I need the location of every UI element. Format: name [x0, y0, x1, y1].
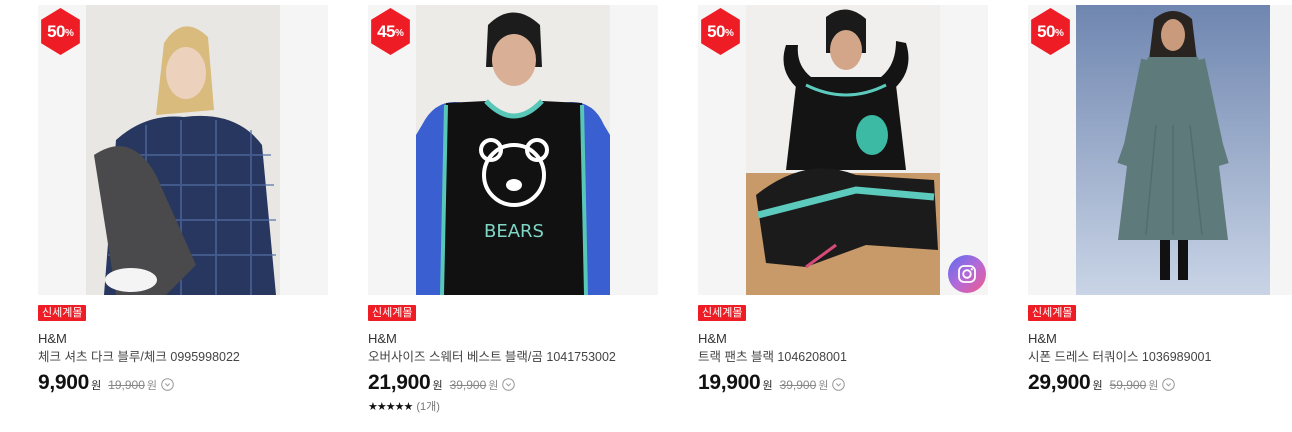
store-tag: 신세계몰 [38, 305, 87, 321]
product-card[interactable]: 50% 신세계몰 H&M 체크 셔츠 다크 블루/체크 0995998022 9… [38, 5, 328, 395]
product-photo [1076, 5, 1270, 295]
product-card[interactable]: BEARS 45% 신세계몰 H&M 오버사이즈 스웨터 베스트 블랙/곰 10… [368, 5, 658, 414]
price-row: 19,900 원 39,900 원 [698, 371, 988, 395]
sale-price: 9,900 [38, 371, 90, 394]
original-price-unit: 원 [488, 380, 499, 392]
product-name[interactable]: 체크 셔츠 다크 블루/체크 0995998022 [38, 349, 328, 365]
store-tag: 신세계몰 [698, 305, 747, 321]
star-icon: ★★★★★ [368, 400, 413, 413]
original-price-unit: 원 [818, 380, 829, 392]
product-brand[interactable]: H&M [368, 331, 658, 347]
discount-badge: 50% [41, 8, 80, 55]
product-photo [746, 5, 940, 295]
price-unit: 원 [762, 380, 773, 392]
discount-badge: 50% [701, 8, 740, 55]
review-count: (1개) [416, 401, 440, 413]
store-tag: 신세계몰 [368, 305, 417, 321]
price-unit: 원 [91, 380, 102, 392]
product-name[interactable]: 트랙 팬츠 블랙 1046208001 [698, 349, 988, 365]
discount-badge: 45% [371, 8, 410, 55]
product-image[interactable]: BEARS 45% [368, 5, 658, 295]
product-card[interactable]: 50% 신세계몰 H&M 트랙 팬츠 블랙 1046208001 19,900 … [698, 5, 988, 395]
sale-price: 21,900 [368, 371, 431, 394]
info-icon[interactable] [1162, 378, 1176, 391]
product-image[interactable]: 50% [698, 5, 988, 295]
product-brand[interactable]: H&M [1028, 331, 1292, 347]
info-icon[interactable] [832, 378, 846, 391]
original-price-unit: 원 [1148, 380, 1159, 392]
product-name[interactable]: 시폰 드레스 터쿼이스 1036989001 [1028, 349, 1292, 365]
sale-price: 19,900 [698, 371, 761, 394]
original-price: 39,900 [449, 378, 487, 392]
instagram-icon[interactable] [948, 255, 986, 293]
price-unit: 원 [1092, 380, 1103, 392]
price-row: 9,900 원 19,900 원 [38, 371, 328, 395]
price-unit: 원 [432, 380, 443, 392]
product-image[interactable]: 50% [38, 5, 328, 295]
price-row: 29,900 원 59,900 원 [1028, 371, 1292, 395]
product-photo: BEARS [416, 5, 610, 295]
product-photo [86, 5, 280, 295]
price-row: 21,900 원 39,900 원 [368, 371, 658, 395]
rating-row[interactable]: ★★★★★ (1개) [368, 398, 658, 414]
store-tag: 신세계몰 [1028, 305, 1077, 321]
info-icon[interactable] [161, 378, 174, 391]
original-price: 39,900 [779, 378, 817, 392]
product-brand[interactable]: H&M [38, 331, 328, 347]
original-price: 19,900 [108, 378, 145, 392]
discount-badge: 50% [1031, 8, 1070, 55]
product-name[interactable]: 오버사이즈 스웨터 베스트 블랙/곰 1041753002 [368, 349, 658, 365]
original-price: 59,900 [1109, 378, 1147, 392]
product-brand[interactable]: H&M [698, 331, 988, 347]
original-price-unit: 원 [146, 380, 158, 392]
product-card[interactable]: 50% 신세계몰 H&M 시폰 드레스 터쿼이스 1036989001 29,9… [1028, 5, 1292, 395]
info-icon[interactable] [502, 378, 516, 391]
sale-price: 29,900 [1028, 371, 1091, 394]
svg-text:BEARS: BEARS [484, 221, 544, 242]
product-image[interactable]: 50% [1028, 5, 1292, 295]
